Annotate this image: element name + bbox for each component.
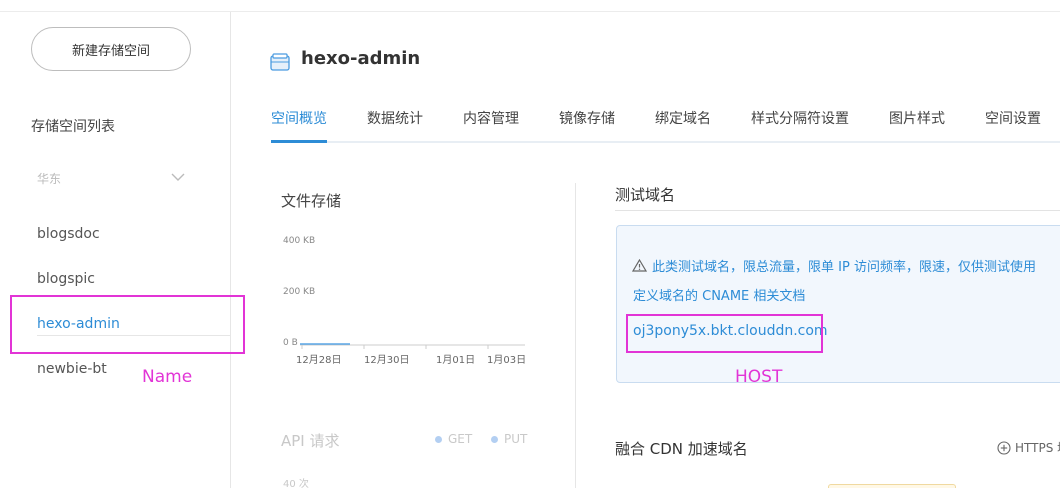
name-annotation-box [10, 295, 245, 354]
name-annotation-label: Name [142, 367, 193, 387]
legend-put-label: PUT [504, 432, 528, 446]
storage-chart: 400 KB 200 KB 0 B 12月28日 12月30日 1月01日 1月… [283, 236, 526, 366]
notice-line-2: 定义域名的 CNAME [633, 289, 754, 304]
host-annotation-box [626, 314, 823, 353]
test-domain-divider [615, 210, 1060, 211]
x-tick-label: 1月01日 [436, 354, 475, 366]
chevron-down-icon[interactable] [170, 169, 186, 185]
test-domain-title: 测试域名 [615, 186, 676, 204]
y-tick-label: 200 KB [283, 287, 315, 297]
new-bucket-button[interactable]: 新建存储空间 [31, 27, 191, 71]
x-tick-label: 1月03日 [487, 354, 526, 366]
docs-link[interactable]: 相关文档 [753, 289, 805, 304]
api-title: API 请求 [281, 432, 340, 450]
panel-divider [575, 183, 576, 488]
warning-icon [632, 259, 647, 272]
tab-bucket-settings[interactable]: 空间设置 [985, 108, 1041, 128]
sidebar [0, 12, 231, 488]
y-tick-label: 400 KB [283, 236, 315, 246]
notice-text-2: 定义域名的 CNAME 相关文档 [633, 285, 805, 304]
add-https-domain-button[interactable]: HTTPS 域 [997, 439, 1060, 456]
storage-title: 文件存储 [281, 192, 342, 210]
bucket-icon [270, 53, 290, 71]
legend-get-label: GET [448, 432, 473, 446]
bucket-item-blogspic[interactable]: blogspic [37, 271, 95, 287]
cdn-notice-badge [828, 484, 956, 488]
tab-bind-domain[interactable]: 绑定域名 [655, 108, 711, 128]
tab-style-separator[interactable]: 样式分隔符设置 [751, 108, 849, 128]
bucket-item-newbie-bt[interactable]: newbie-bt [37, 361, 107, 377]
api-y-tick: 40 次 [283, 479, 309, 488]
notice-line-1: 此类测试域名，限总流量，限单 IP 访问频率，限速，仅供测试使用 [652, 260, 1036, 275]
legend-put[interactable]: PUT [491, 432, 527, 446]
bucket-item-blogsdoc[interactable]: blogsdoc [37, 226, 100, 242]
plus-circle-icon [997, 440, 1011, 455]
bucket-list-title: 存储空间列表 [31, 119, 115, 135]
tab-content-management[interactable]: 内容管理 [463, 108, 519, 128]
tab-overview[interactable]: 空间概览 [271, 108, 327, 128]
x-tick-label: 12月30日 [364, 354, 409, 366]
region-selector-label[interactable]: 华东 [37, 170, 61, 187]
page-title: hexo-admin [301, 48, 421, 69]
tab-statistics[interactable]: 数据统计 [367, 108, 423, 128]
tab-bar: 空间概览 数据统计 内容管理 镜像存储 绑定域名 样式分隔符设置 图片样式 空间… [271, 104, 1060, 142]
host-annotation-label: HOST [735, 367, 783, 387]
tab-image-style[interactable]: 图片样式 [889, 108, 945, 128]
legend-dot-icon [491, 435, 498, 443]
https-domain-label: HTTPS 域 [1015, 441, 1060, 455]
x-tick-label: 12月28日 [296, 354, 341, 366]
test-domain-notice [616, 225, 1060, 383]
active-tab-indicator [271, 140, 327, 143]
notice-text: 此类测试域名，限总流量，限单 IP 访问频率，限速，仅供测试使用 [632, 256, 1036, 275]
legend-dot-icon [435, 435, 442, 443]
tab-mirror-storage[interactable]: 镜像存储 [559, 108, 615, 128]
cdn-domain-title: 融合 CDN 加速域名 [615, 440, 748, 458]
y-tick-label: 0 B [283, 338, 298, 348]
legend-get[interactable]: GET [435, 432, 472, 446]
